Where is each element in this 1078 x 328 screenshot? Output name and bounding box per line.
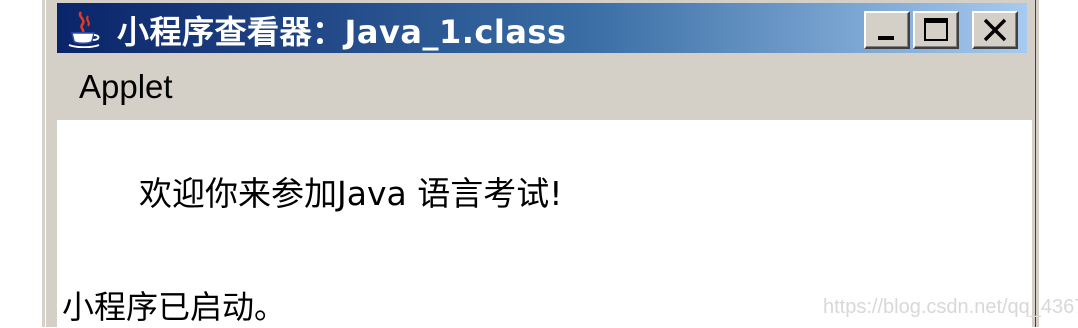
close-button[interactable] — [972, 11, 1018, 49]
menu-bar: Applet — [57, 58, 1027, 118]
minimize-button[interactable] — [864, 11, 910, 49]
close-icon — [983, 18, 1007, 42]
window-title: 小程序查看器：Java_1.class — [117, 13, 567, 51]
applet-viewer-window: 小程序查看器：Java_1.class Applet 欢迎你来参加Java 语言… — [42, 0, 1039, 327]
maximize-icon — [924, 18, 948, 41]
java-coffee-cup-icon[interactable] — [67, 10, 101, 49]
applet-message: 欢迎你来参加Java 语言考试! — [139, 174, 563, 213]
status-bar-text: 小程序已启动。 — [62, 288, 287, 326]
watermark: https://blog.csdn.net/qq_43674360 — [823, 296, 1078, 318]
maximize-button[interactable] — [913, 11, 959, 49]
menu-applet[interactable]: Applet — [77, 68, 175, 106]
title-bar[interactable]: 小程序查看器：Java_1.class — [57, 3, 1027, 53]
minimize-icon — [878, 36, 894, 40]
